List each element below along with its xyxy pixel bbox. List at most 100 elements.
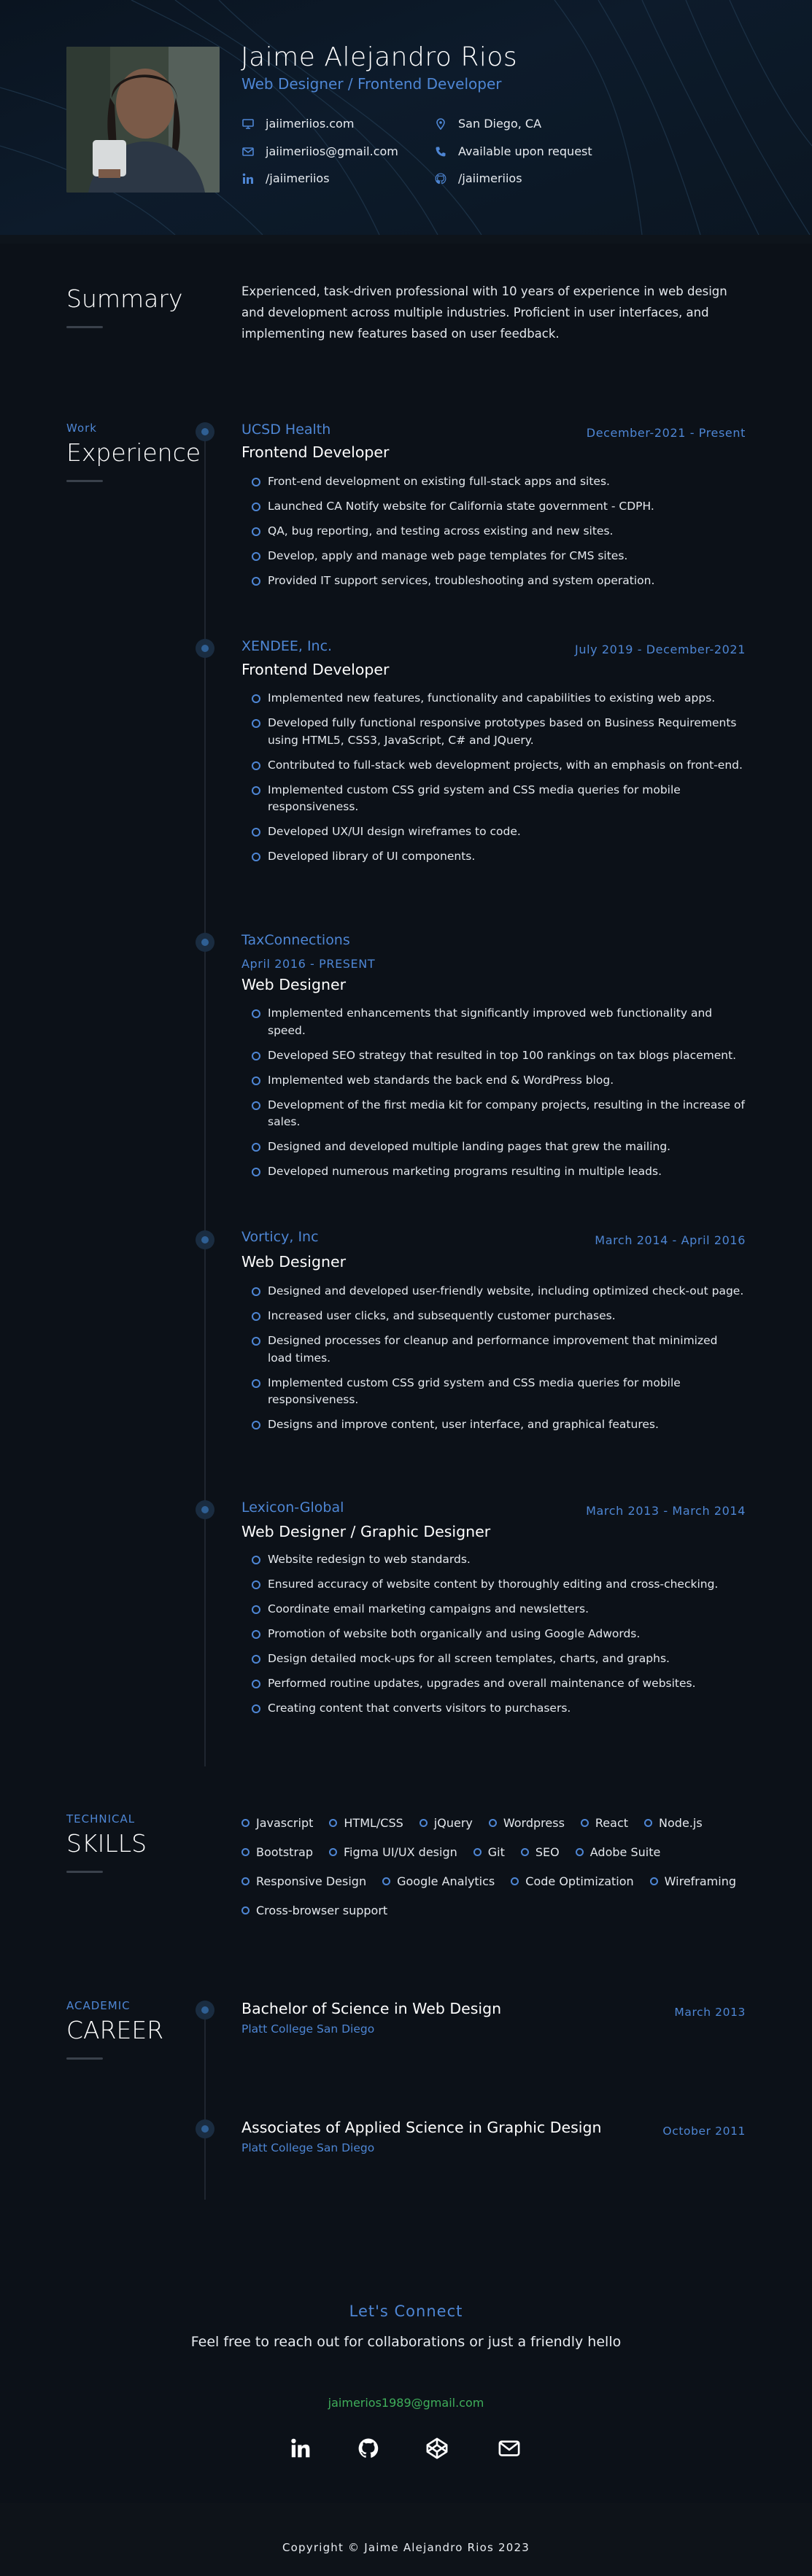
- skill-item: Google Analytics: [382, 1873, 495, 1889]
- experience-kicker: Work: [66, 422, 97, 435]
- job-point: Developed SEO strategy that resulted in …: [241, 1047, 745, 1065]
- envelope-icon: [242, 147, 254, 156]
- footer-copyright: Copyright © Jaime Alejandro Rios 2023: [282, 2541, 530, 2554]
- skill-item: Responsive Design: [241, 1873, 366, 1889]
- job-point: Implemented new features, functionality …: [241, 690, 745, 707]
- timeline-dot: [196, 933, 214, 952]
- contact-linkedin[interactable]: /jaiimeriios: [242, 171, 330, 185]
- contact-email-text: jaiimeriios@gmail.com: [266, 144, 398, 158]
- job-point: Designed and developed multiple landing …: [241, 1138, 745, 1156]
- degree-date: October 2011: [662, 2125, 746, 2138]
- job-dates: March 2014 - April 2016: [595, 1233, 746, 1247]
- skill-item: Javascript: [241, 1815, 313, 1831]
- social-linkedin[interactable]: [288, 2436, 313, 2461]
- job-point: Developed library of UI components.: [241, 848, 745, 866]
- job-role: Web Designer / Graphic Designer: [241, 1523, 491, 1540]
- skill-item: React: [581, 1815, 628, 1831]
- experience-title-rule: [66, 480, 103, 482]
- contact-phone-text: Available upon request: [458, 144, 592, 158]
- career-title: CAREER: [66, 2016, 164, 2044]
- career-timeline-line: [204, 2006, 206, 2200]
- job-company: TaxConnections: [241, 932, 350, 948]
- github-icon: [358, 2438, 379, 2458]
- linkedin-icon: [291, 2438, 310, 2458]
- github-icon: [435, 172, 446, 184]
- experience-timeline-line: [204, 430, 206, 1766]
- social-github[interactable]: [356, 2436, 381, 2461]
- job-company: Lexicon-Global: [241, 1500, 344, 1516]
- job-point: Coordinate email marketing campaigns and…: [241, 1601, 745, 1618]
- timeline-dot: [196, 422, 214, 441]
- social-codepen[interactable]: [425, 2436, 449, 2461]
- skill-item: Wireframing: [650, 1873, 736, 1889]
- skill-item: Code Optimization: [511, 1873, 633, 1889]
- job-dates: March 2013 - March 2014: [586, 1504, 746, 1518]
- job-point: Designs and improve content, user interf…: [241, 1416, 745, 1434]
- header-hero: Jaime Alejandro Rios Web Designer / Fron…: [0, 0, 812, 235]
- codepen-icon: [426, 2437, 448, 2459]
- job-points: Implemented enhancements that significan…: [241, 1005, 745, 1188]
- job-point: Promotion of website both organically an…: [241, 1626, 745, 1643]
- envelope-icon: [498, 2440, 520, 2456]
- experience-title: Experience: [66, 438, 201, 467]
- social-email[interactable]: [497, 2436, 522, 2461]
- job-point: Development of the first media kit for c…: [241, 1097, 745, 1131]
- job-point: Developed fully functional responsive pr…: [241, 715, 745, 749]
- degree-school: Platt College San Diego: [241, 2141, 375, 2154]
- job-role: Web Designer: [241, 1253, 347, 1270]
- timeline-dot: [196, 1230, 214, 1249]
- profile-role: Web Designer / Frontend Developer: [241, 75, 502, 93]
- job-point: Implemented custom CSS grid system and C…: [241, 1375, 745, 1409]
- profile-photo: [66, 47, 220, 193]
- job-dates: April 2016 - PRESENT: [241, 957, 376, 971]
- map-pin-icon: [436, 117, 445, 130]
- career-kicker: ACADEMIC: [66, 1999, 131, 2012]
- job-company: UCSD Health: [241, 422, 331, 438]
- job-point: Increased user clicks, and subsequently …: [241, 1308, 745, 1325]
- job-point: Developed numerous marketing programs re…: [241, 1163, 745, 1181]
- degree-title: Associates of Applied Science in Graphic…: [241, 2119, 602, 2136]
- job-point: Designed and developed user-friendly web…: [241, 1283, 745, 1300]
- job-dates: July 2019 - December-2021: [575, 643, 746, 656]
- job-point: Design detailed mock-ups for all screen …: [241, 1650, 745, 1668]
- skill-item: Cross-browser support: [241, 1902, 387, 1918]
- skill-item: jQuery: [419, 1815, 473, 1831]
- contact-github-text: /jaiimeriios: [458, 171, 522, 185]
- skill-item: HTML/CSS: [329, 1815, 403, 1831]
- job-company: Vorticy, Inc: [241, 1229, 319, 1245]
- career-title-rule: [66, 2057, 103, 2060]
- job-points: Website redesign to web standards. Ensur…: [241, 1551, 745, 1725]
- connect-email-link[interactable]: jaimerios1989@gmail.com: [0, 2396, 812, 2410]
- timeline-dot: [196, 2119, 214, 2138]
- job-point: Designed processes for cleanup and perfo…: [241, 1332, 745, 1367]
- job-point: Website redesign to web standards.: [241, 1551, 745, 1569]
- job-dates: December-2021 - Present: [586, 426, 746, 440]
- profile-name: Jaime Alejandro Rios: [241, 42, 518, 72]
- job-point: Launched CA Notify website for Californi…: [241, 498, 745, 516]
- monitor-icon: [242, 118, 254, 129]
- summary-title: Summary: [66, 284, 183, 313]
- timeline-dot: [196, 1500, 214, 1519]
- contact-phone: Available upon request: [435, 144, 592, 158]
- contact-location: San Diego, CA: [435, 117, 541, 131]
- job-point: Contributed to full-stack web developmen…: [241, 757, 745, 775]
- job-role: Frontend Developer: [241, 443, 390, 461]
- timeline-dot: [196, 639, 214, 658]
- degree-date: March 2013: [674, 2006, 746, 2019]
- job-point: Implemented enhancements that significan…: [241, 1005, 745, 1039]
- phone-icon: [436, 147, 446, 156]
- contact-website[interactable]: jaiimeriios.com: [242, 117, 354, 131]
- contact-github[interactable]: /jaiimeriios: [435, 171, 522, 185]
- summary-text: Experienced, task-driven professional wi…: [241, 284, 727, 341]
- contact-email[interactable]: jaiimeriios@gmail.com: [242, 144, 398, 158]
- job-point: Develop, apply and manage web page templ…: [241, 548, 745, 565]
- job-point: Creating content that converts visitors …: [241, 1700, 745, 1718]
- skill-item: Adobe Suite: [576, 1844, 661, 1860]
- contact-linkedin-text: /jaiimeriios: [266, 171, 330, 185]
- job-points: Designed and developed user-friendly web…: [241, 1283, 745, 1441]
- connect-subtitle: Feel free to reach out for collaboration…: [190, 2334, 622, 2350]
- job-point: Front-end development on existing full-s…: [241, 473, 745, 491]
- job-point: Ensured accuracy of website content by t…: [241, 1576, 745, 1594]
- header-divider: [0, 235, 812, 244]
- skill-item: Figma UI/UX design: [329, 1844, 457, 1860]
